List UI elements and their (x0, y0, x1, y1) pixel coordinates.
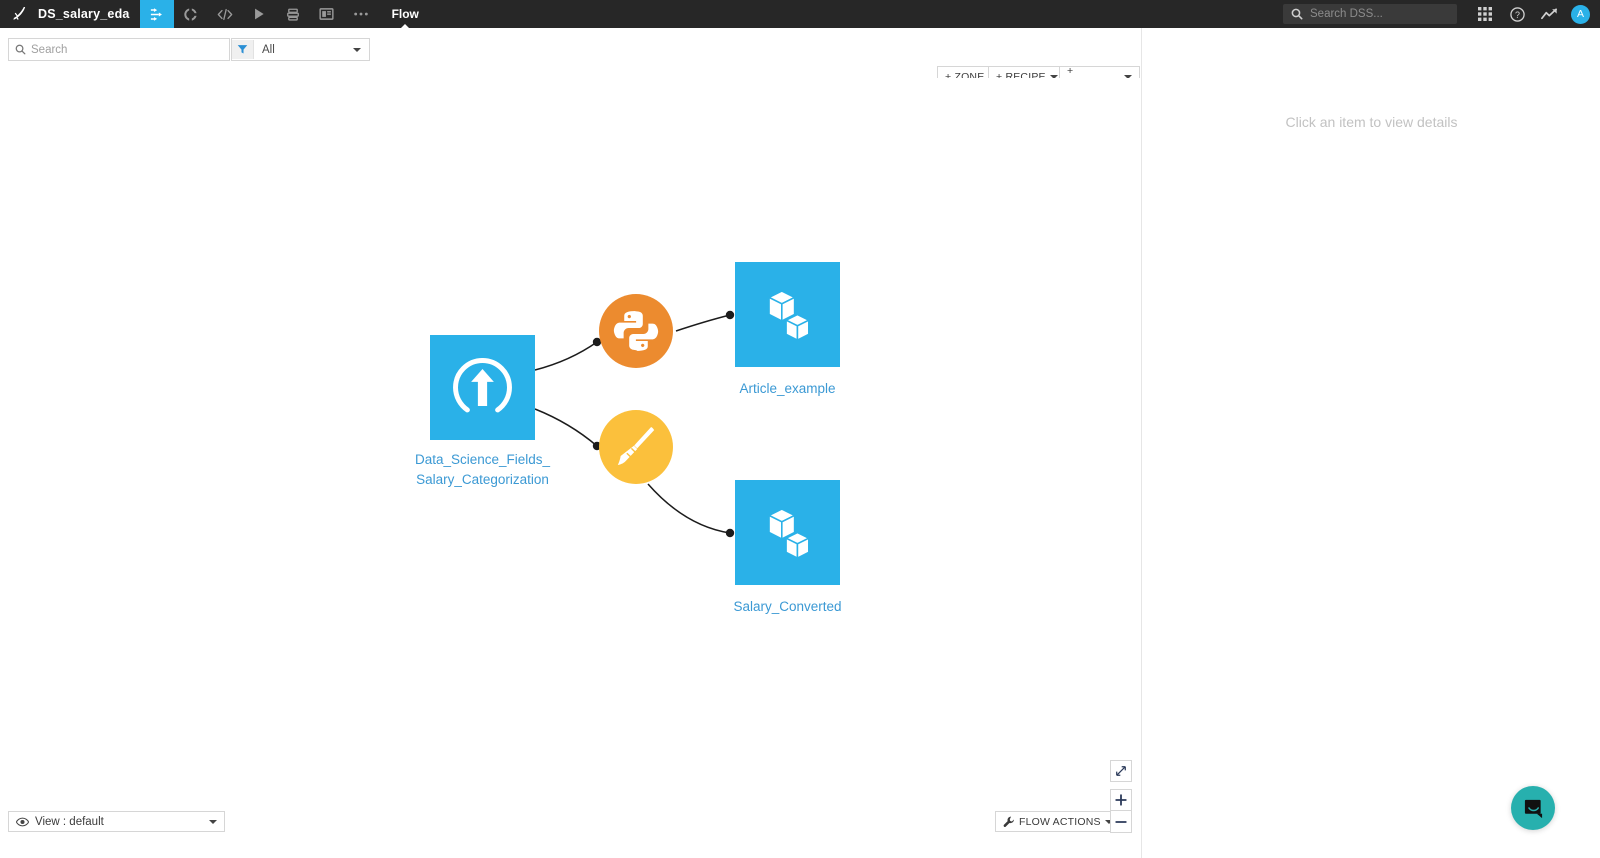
avatar[interactable]: A (1571, 4, 1590, 24)
details-right-panel: Click an item to view details (1141, 28, 1600, 858)
more-icon[interactable] (344, 0, 378, 28)
search-icon (9, 44, 31, 55)
flow-search-placeholder: Search (31, 43, 68, 56)
project-home-link[interactable]: DS_salary_eda (0, 0, 140, 28)
right-panel-placeholder: Click an item to view details (1285, 114, 1458, 130)
top-nav-right-group: Search DSS... ? A (1283, 0, 1600, 28)
search-dss-input[interactable]: Search DSS... (1283, 4, 1457, 24)
minus-icon (1115, 820, 1127, 823)
flow-node-python-recipe[interactable] (599, 294, 673, 368)
flow-node-source-dataset[interactable] (430, 335, 535, 440)
code-icon[interactable] (208, 0, 242, 28)
flow-node-salary-converted[interactable] (735, 480, 840, 585)
intercom-chat-button[interactable] (1511, 786, 1555, 830)
edge-prepare-to-salary (647, 483, 731, 534)
jobs-icon[interactable] (276, 0, 310, 28)
svg-text:?: ? (1515, 9, 1520, 19)
zoom-out-button[interactable] (1110, 811, 1132, 833)
dashboard-icon[interactable] (310, 0, 344, 28)
automation-icon[interactable] (242, 0, 276, 28)
edge-source-to-python (534, 341, 598, 371)
view-selector-dropdown[interactable]: View : default (8, 811, 225, 832)
flow-node-label-source-dataset[interactable]: Data_Science_Fields_ Salary_Categorizati… (341, 450, 624, 490)
chevron-down-icon (353, 47, 361, 52)
search-icon (1291, 8, 1303, 20)
chat-bubble-icon (1524, 799, 1542, 818)
chevron-down-icon (209, 819, 217, 824)
flow-canvas[interactable]: Data_Science_Fields_ Salary_Categorizati… (0, 78, 1140, 858)
eye-icon (16, 817, 29, 826)
flow-search-input[interactable]: Search (8, 38, 230, 61)
trending-up-icon[interactable] (1533, 0, 1565, 28)
top-navigation-bar: DS_salary_eda Flow Search DSS... ? A (0, 0, 1600, 29)
apps-grid-icon[interactable] (1469, 0, 1501, 28)
search-dss-placeholder: Search DSS... (1310, 8, 1383, 20)
flow-toolbar: Search All 3 datasets 2 recipes + ZONE +… (0, 28, 1167, 102)
fit-screen-icon (1116, 766, 1126, 776)
dataiku-bird-logo (13, 6, 26, 20)
help-circle-icon[interactable]: ? (1501, 0, 1533, 28)
zoom-fit-button[interactable] (1110, 760, 1132, 782)
tab-flow-label: Flow (391, 7, 419, 21)
flow-filter-dropdown[interactable]: All (231, 38, 370, 61)
tab-flow[interactable]: Flow (378, 0, 433, 29)
edge-source-to-prepare (534, 408, 598, 447)
flow-actions-label: FLOW ACTIONS (1019, 815, 1101, 828)
flow-node-label-salary-converted[interactable]: Salary_Converted (646, 597, 929, 617)
wrench-icon (1003, 816, 1014, 827)
view-selector-label: View : default (35, 815, 104, 828)
zoom-in-button[interactable] (1110, 789, 1132, 811)
flow-node-article-example[interactable] (735, 262, 840, 367)
lab-icon[interactable] (174, 0, 208, 28)
flow-node-label-article-example[interactable]: Article_example (646, 379, 929, 399)
plus-icon (1115, 794, 1127, 806)
flow-actions-button[interactable]: FLOW ACTIONS (995, 811, 1121, 832)
project-title: DS_salary_eda (38, 7, 130, 21)
filter-funnel-icon (232, 40, 254, 59)
flow-filter-value: All (262, 43, 275, 56)
flow-icon[interactable] (139, 0, 174, 28)
edge-python-to-article (675, 314, 731, 332)
